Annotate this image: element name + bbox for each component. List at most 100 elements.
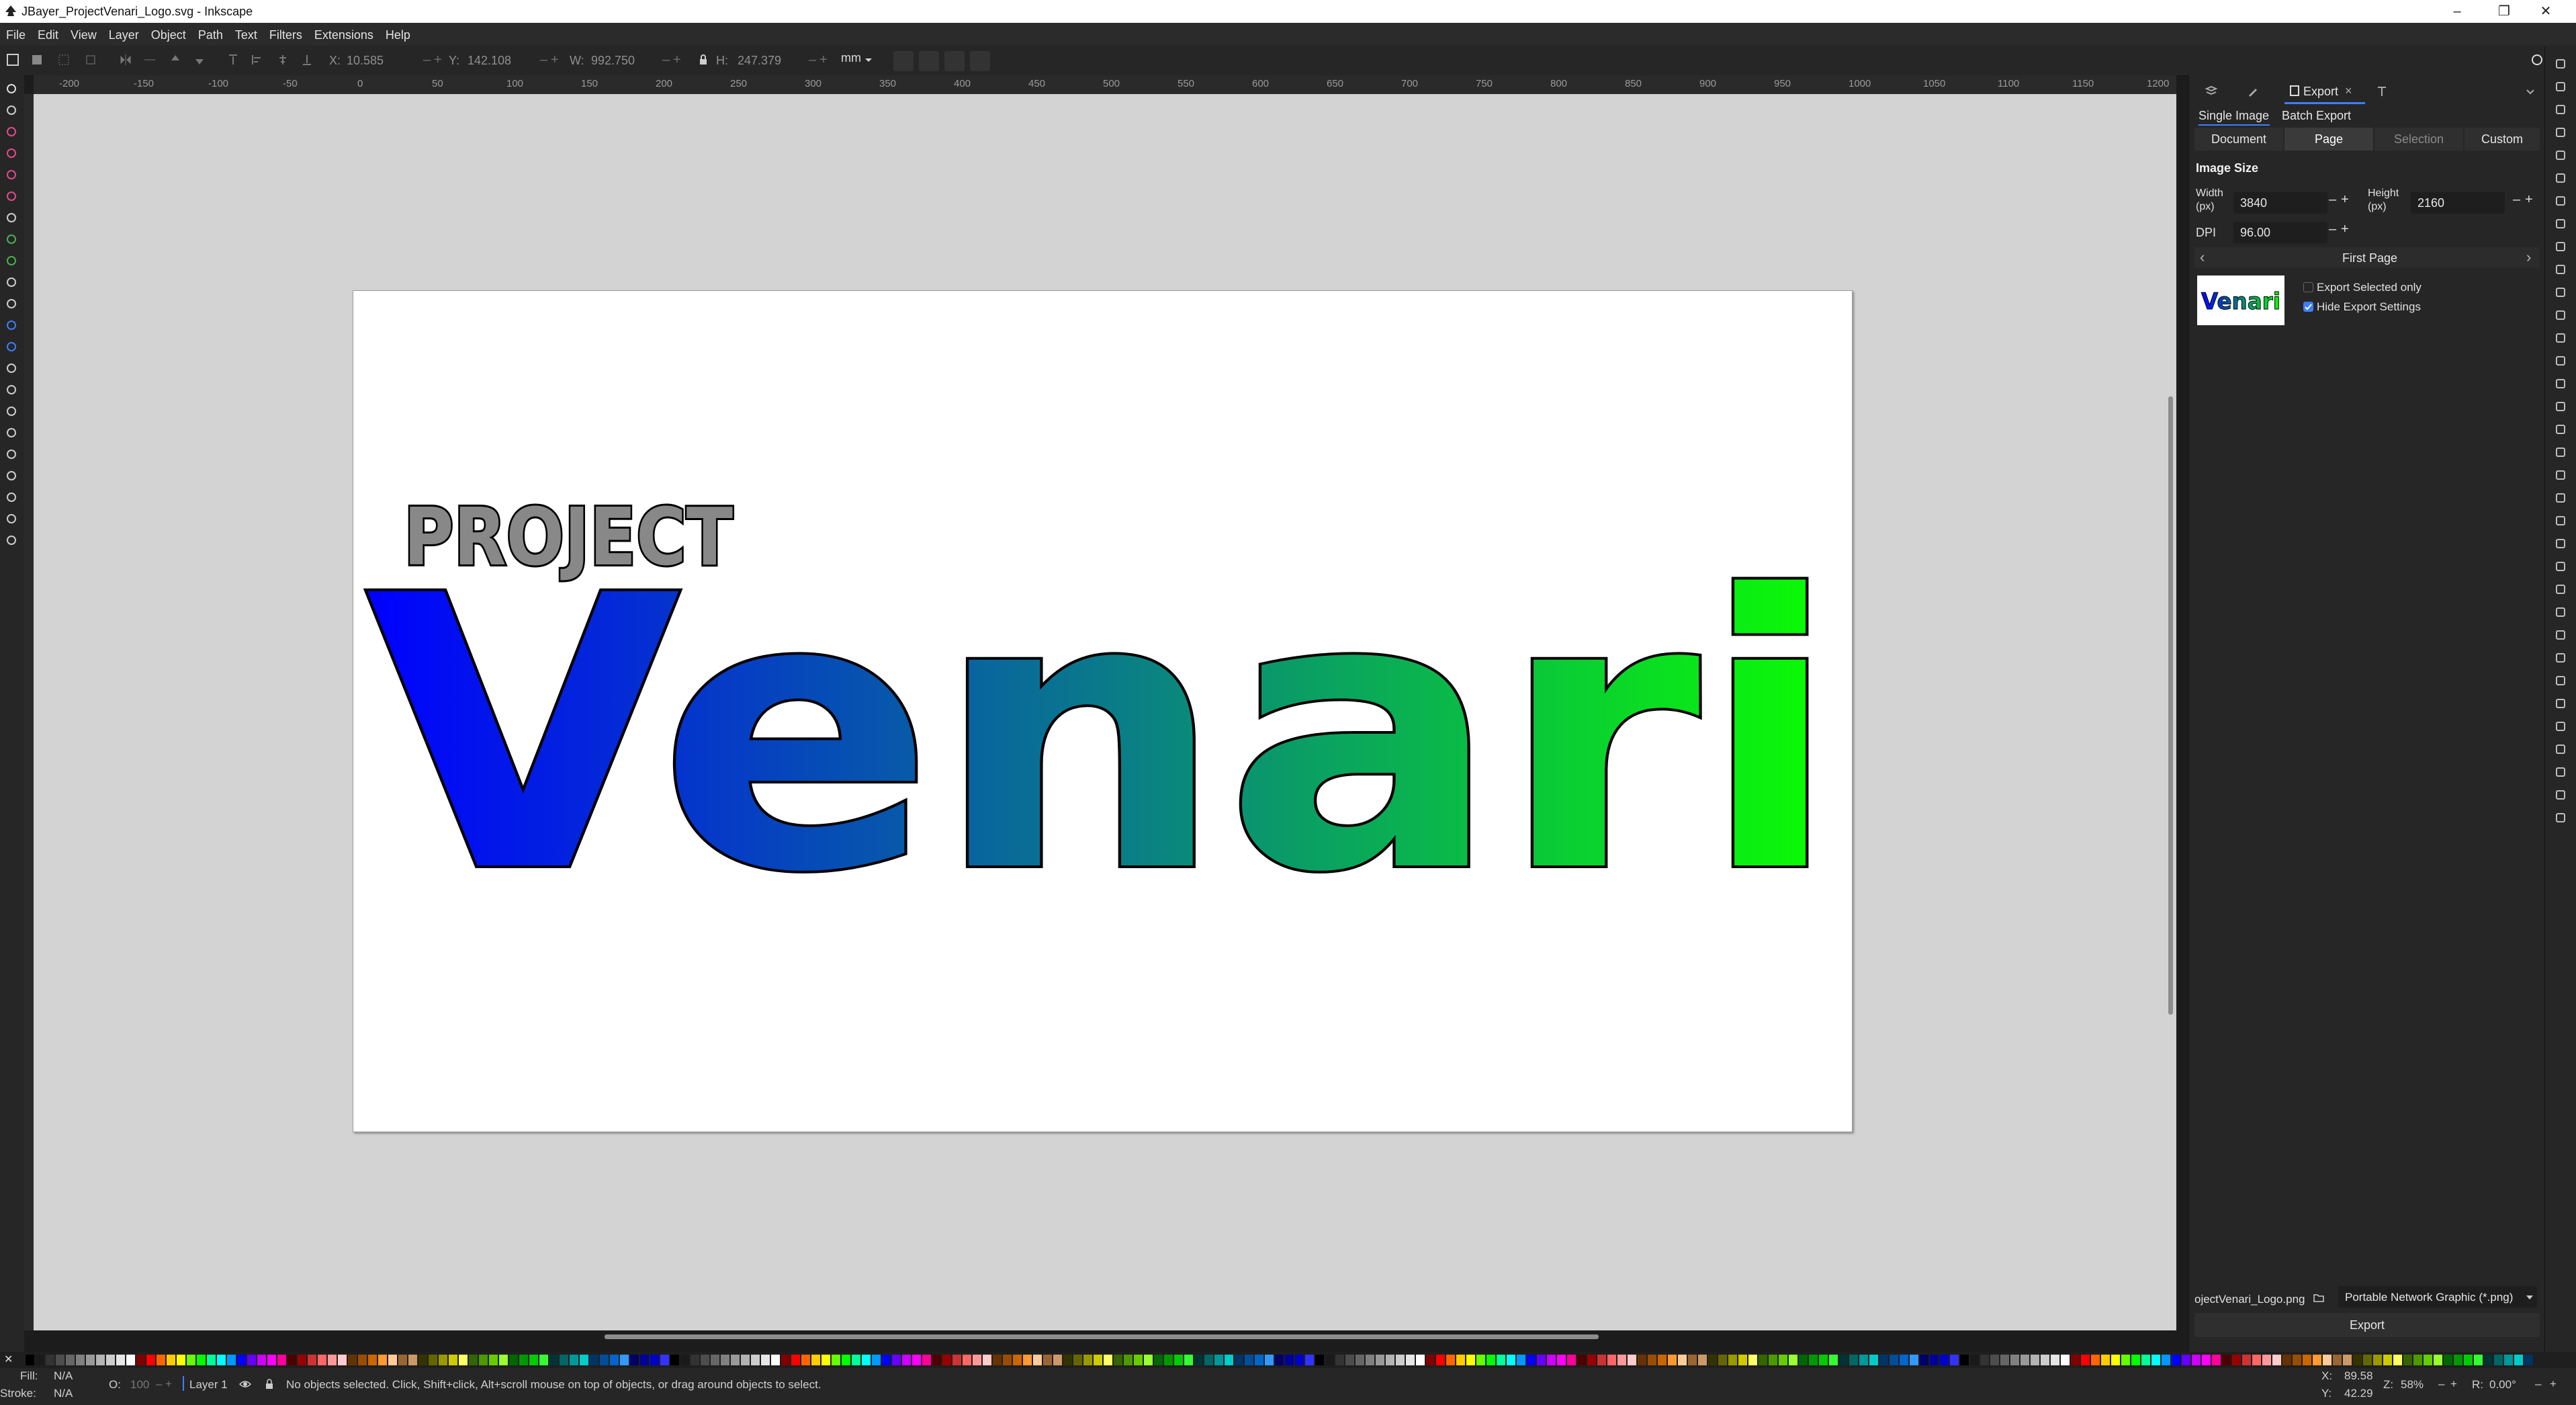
menu-object[interactable]: Object bbox=[145, 23, 192, 46]
command-icon[interactable] bbox=[2553, 673, 2568, 688]
palette-swatch[interactable] bbox=[167, 1355, 175, 1365]
lock-icon[interactable] bbox=[263, 1378, 275, 1390]
horizontal-scrollbar[interactable] bbox=[605, 1334, 1599, 1339]
palette-swatch[interactable] bbox=[1829, 1355, 1838, 1365]
palette-swatch[interactable] bbox=[942, 1355, 951, 1365]
palette-swatch[interactable] bbox=[1567, 1355, 1576, 1365]
ellipse-tool-icon[interactable] bbox=[3, 145, 19, 161]
rotation-minus[interactable]: – bbox=[2535, 1377, 2541, 1391]
command-icon[interactable] bbox=[2553, 582, 2568, 597]
zoom-minus[interactable]: – bbox=[2438, 1377, 2444, 1391]
palette-swatch[interactable] bbox=[86, 1355, 95, 1365]
vertical-ruler[interactable] bbox=[24, 94, 34, 1330]
snap-toggle-icon[interactable] bbox=[2530, 52, 2544, 67]
palette-swatch[interactable] bbox=[1396, 1355, 1405, 1365]
palette-swatch[interactable] bbox=[2010, 1355, 2019, 1365]
palette-swatch[interactable] bbox=[570, 1355, 578, 1365]
palette-swatch[interactable] bbox=[539, 1355, 548, 1365]
lower-icon[interactable] bbox=[192, 52, 207, 67]
vertical-scrollbar[interactable] bbox=[2168, 396, 2173, 1015]
palette-swatch[interactable] bbox=[358, 1355, 367, 1365]
palette-swatch[interactable] bbox=[2131, 1355, 2140, 1365]
palette-swatch[interactable] bbox=[852, 1355, 860, 1365]
palette-swatch[interactable] bbox=[2162, 1355, 2170, 1365]
unit-dropdown-icon[interactable] bbox=[864, 52, 873, 67]
palette-swatch[interactable] bbox=[26, 1355, 34, 1365]
palette-swatch[interactable] bbox=[1738, 1355, 1747, 1365]
opacity-minus[interactable]: – bbox=[156, 1377, 162, 1391]
palette-swatch[interactable] bbox=[771, 1355, 780, 1365]
command-icon[interactable] bbox=[2553, 285, 2568, 300]
palette-swatch[interactable] bbox=[1587, 1355, 1596, 1365]
height-minus-button[interactable]: – bbox=[2513, 192, 2520, 208]
command-icon[interactable] bbox=[2553, 765, 2568, 779]
palette-swatch[interactable] bbox=[56, 1355, 64, 1365]
palette-swatch[interactable] bbox=[499, 1355, 508, 1365]
palette-swatch[interactable] bbox=[902, 1355, 911, 1365]
h-plus-button[interactable]: + bbox=[819, 52, 828, 68]
palette-swatch[interactable] bbox=[1305, 1355, 1314, 1365]
command-icon[interactable] bbox=[2553, 742, 2568, 757]
panel-menu-icon[interactable] bbox=[2525, 86, 2536, 97]
palette-swatch[interactable] bbox=[2303, 1355, 2311, 1365]
palette-swatch[interactable] bbox=[2373, 1355, 2382, 1365]
width-input[interactable]: 3840 bbox=[2233, 192, 2327, 214]
no-paint-swatch[interactable]: ✕ bbox=[4, 1354, 16, 1366]
hide-export-settings-checkbox[interactable] bbox=[2303, 302, 2313, 312]
command-icon[interactable] bbox=[2553, 399, 2568, 414]
palette-swatch[interactable] bbox=[96, 1355, 105, 1365]
palette-swatch[interactable] bbox=[973, 1355, 981, 1365]
x-input[interactable]: 10.585 bbox=[347, 51, 414, 71]
palette-swatch[interactable] bbox=[2031, 1355, 2039, 1365]
palette-swatch[interactable] bbox=[2141, 1355, 2150, 1365]
stroke-value[interactable]: N/A bbox=[54, 1387, 73, 1400]
command-icon[interactable] bbox=[2553, 56, 2568, 71]
venari-logo[interactable]: PROJECT Venari bbox=[353, 291, 1852, 1132]
next-page-button[interactable]: › bbox=[2526, 249, 2531, 266]
palette-swatch[interactable] bbox=[1416, 1355, 1425, 1365]
palette-swatch[interactable] bbox=[1507, 1355, 1515, 1365]
palette-swatch[interactable] bbox=[1910, 1355, 1918, 1365]
palette-swatch[interactable] bbox=[368, 1355, 377, 1365]
command-icon[interactable] bbox=[2553, 650, 2568, 665]
tweak-tool-icon[interactable] bbox=[3, 425, 19, 441]
menu-text[interactable]: Text bbox=[229, 23, 263, 46]
palette-swatch[interactable] bbox=[932, 1355, 941, 1365]
palette-swatch[interactable] bbox=[2393, 1355, 2402, 1365]
palette-swatch[interactable] bbox=[308, 1355, 316, 1365]
palette-swatch[interactable] bbox=[590, 1355, 598, 1365]
rotation-plus[interactable]: + bbox=[2550, 1377, 2557, 1391]
palette-swatch[interactable] bbox=[1023, 1355, 1032, 1365]
palette-swatch[interactable] bbox=[1446, 1355, 1455, 1365]
palette-swatch[interactable] bbox=[2514, 1355, 2523, 1365]
flip-h-icon[interactable] bbox=[118, 52, 133, 67]
menu-path[interactable]: Path bbox=[192, 23, 229, 46]
mesh-tool-icon[interactable] bbox=[3, 339, 19, 355]
palette-swatch[interactable] bbox=[66, 1355, 75, 1365]
eye-icon[interactable] bbox=[239, 1378, 251, 1390]
palette-swatch[interactable] bbox=[2363, 1355, 2372, 1365]
palette-swatch[interactable] bbox=[1678, 1355, 1687, 1365]
palette-swatch[interactable] bbox=[1890, 1355, 1898, 1365]
area-page-button[interactable]: Page bbox=[2284, 128, 2373, 151]
transform-stroke-toggle[interactable] bbox=[893, 51, 914, 71]
palette-swatch[interactable] bbox=[650, 1355, 659, 1365]
palette-swatch[interactable] bbox=[2051, 1355, 2059, 1365]
palette-swatch[interactable] bbox=[2494, 1355, 2503, 1365]
command-icon[interactable] bbox=[2553, 239, 2568, 254]
palette-swatch[interactable] bbox=[2343, 1355, 2352, 1365]
selector-tool-icon[interactable] bbox=[3, 81, 19, 97]
palette-swatch[interactable] bbox=[952, 1355, 961, 1365]
palette-swatch[interactable] bbox=[832, 1355, 840, 1365]
node-tool-icon[interactable] bbox=[3, 102, 19, 118]
palette-swatch[interactable] bbox=[1628, 1355, 1636, 1365]
palette-swatch[interactable] bbox=[1688, 1355, 1697, 1365]
palette-swatch[interactable] bbox=[2071, 1355, 2080, 1365]
palette-swatch[interactable] bbox=[701, 1355, 709, 1365]
palette-swatch[interactable] bbox=[872, 1355, 881, 1365]
palette-swatch[interactable] bbox=[1718, 1355, 1727, 1365]
palette-swatch[interactable] bbox=[1517, 1355, 1525, 1365]
palette-swatch[interactable] bbox=[1345, 1355, 1354, 1365]
palette-swatch[interactable] bbox=[1970, 1355, 1979, 1365]
palette-swatch[interactable] bbox=[811, 1355, 820, 1365]
